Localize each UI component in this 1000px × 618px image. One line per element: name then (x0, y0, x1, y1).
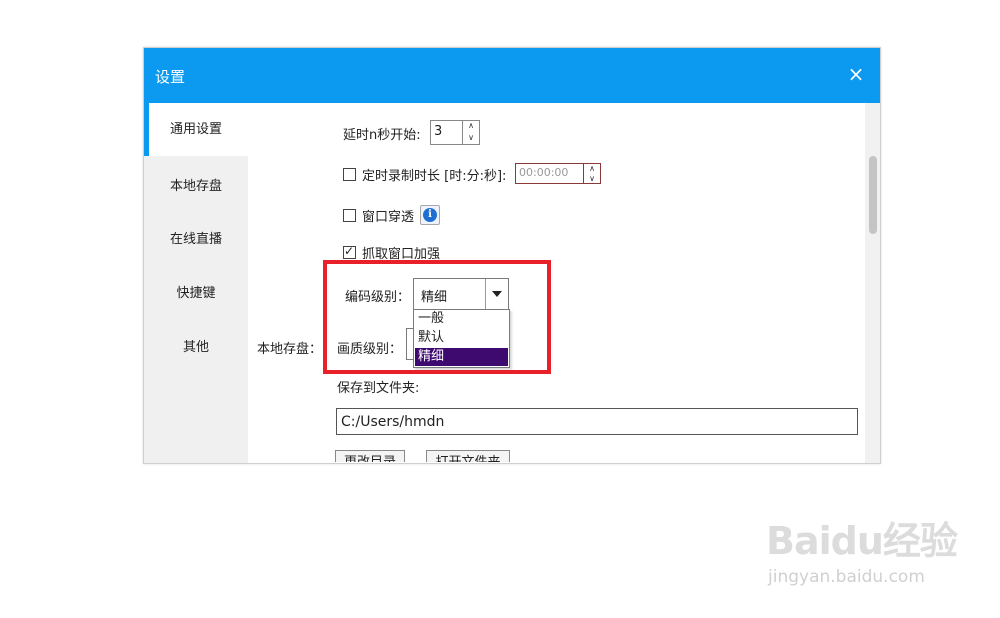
sidebar-item-label: 其他 (182, 340, 209, 355)
sidebar-item-label: 通用设置 (169, 122, 222, 137)
local-save-section-label: 本地存盘： (257, 342, 323, 357)
spin-down-icon[interactable]: ∨ (463, 133, 479, 145)
spinner-arrows[interactable]: ∧ ∨ (583, 164, 600, 183)
sidebar-item-general[interactable]: 通用设置 (144, 103, 248, 156)
save-folder-input[interactable] (336, 408, 858, 435)
delay-value: 3 (434, 124, 443, 139)
delay-label: 延时n秒开始: (343, 128, 421, 143)
spin-up-icon[interactable]: ∧ (463, 121, 479, 133)
sidebar: 通用设置 本地存盘 在线直播 快捷键 其他 (144, 103, 248, 463)
capture-enhance-checkbox[interactable] (343, 244, 356, 259)
window-through-label: 窗口穿透 (362, 210, 415, 225)
button-clip: 更改目录 打开文件夹 (143, 448, 865, 462)
window-through-checkbox[interactable] (343, 209, 356, 222)
baidu-watermark: Baidu经验 jingyan.baidu.com (766, 510, 958, 587)
timer-value: 00:00:00 (519, 166, 569, 179)
save-folder-label: 保存到文件夹: (337, 381, 420, 396)
watermark-url: jingyan.baidu.com (768, 567, 925, 587)
timer-label: 定时录制时长 [时:分:秒]: (362, 169, 507, 184)
highlight-box (323, 260, 551, 374)
change-dir-button[interactable]: 更改目录 (335, 450, 405, 462)
timer-row: 定时录制时长 [时:分:秒]: (343, 165, 506, 184)
sidebar-item-label: 快捷键 (176, 286, 216, 301)
close-icon[interactable]: × (846, 64, 866, 84)
spinner-arrows[interactable]: ∧ ∨ (462, 121, 479, 144)
settings-dialog: 设置 × 通用设置 本地存盘 在线直播 快捷键 其他 (143, 47, 881, 464)
spin-up-icon[interactable]: ∧ (584, 164, 600, 174)
vertical-scrollbar[interactable] (865, 103, 880, 463)
scrollbar-thumb[interactable] (869, 156, 877, 234)
sidebar-item-live[interactable]: 在线直播 (144, 213, 248, 266)
window-title: 设置 (155, 68, 186, 86)
watermark-logo: Baidu经验 (766, 519, 958, 563)
timer-checkbox[interactable] (343, 168, 356, 181)
sidebar-item-other[interactable]: 其他 (144, 321, 248, 374)
window-through-row: 窗口穿透 i (343, 205, 441, 225)
sidebar-item-label: 本地存盘 (169, 179, 222, 194)
delay-spinner[interactable]: 3 ∧ ∨ (430, 120, 480, 145)
info-icon[interactable]: i (420, 205, 441, 225)
sidebar-item-hotkeys[interactable]: 快捷键 (144, 267, 248, 320)
save-folder-field[interactable] (337, 409, 857, 434)
timer-spinner[interactable]: 00:00:00 ∧ ∨ (515, 163, 601, 184)
sidebar-item-local-save[interactable]: 本地存盘 (144, 160, 248, 213)
spin-down-icon[interactable]: ∨ (584, 174, 600, 184)
open-folder-button[interactable]: 打开文件夹 (426, 450, 510, 462)
title-bar: 设置 × (144, 48, 880, 103)
sidebar-item-label: 在线直播 (169, 232, 222, 247)
